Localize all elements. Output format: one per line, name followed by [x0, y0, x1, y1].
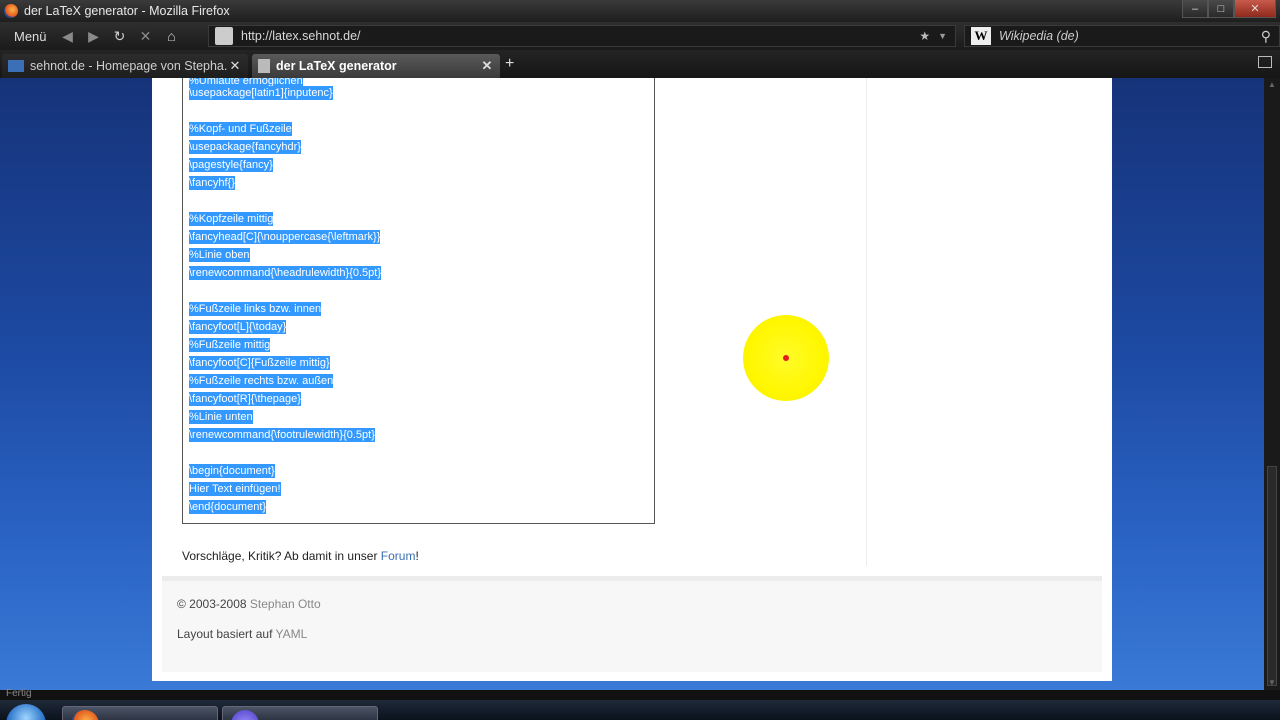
code-line: %Kopf- und Fußzeile: [189, 122, 292, 136]
forward-icon[interactable]: ▶: [81, 28, 107, 45]
app-icon: [231, 710, 259, 720]
code-line: \renewcommand{\headrulewidth}{0.5pt}: [189, 266, 382, 280]
taskbar-app-button[interactable]: [222, 706, 378, 720]
vertical-scrollbar[interactable]: ▲ ▼: [1264, 78, 1280, 690]
url-text[interactable]: http://latex.sehnot.de/: [241, 29, 919, 43]
stop-icon[interactable]: ✕: [133, 28, 159, 45]
reload-icon[interactable]: ↻: [107, 28, 133, 45]
maximize-button[interactable]: □: [1208, 0, 1234, 18]
start-button-icon[interactable]: [6, 704, 46, 720]
latex-output-box[interactable]: %Umlaute ermöglichen \usepackage[latin1]…: [182, 78, 655, 524]
back-icon[interactable]: ◀: [55, 28, 81, 45]
list-all-tabs-icon[interactable]: [1258, 56, 1272, 68]
firefox-icon: [4, 4, 18, 18]
scrollbar-thumb[interactable]: [1267, 466, 1277, 686]
code-line: \pagestyle{fancy}: [189, 158, 273, 172]
tab-latex-generator[interactable]: der LaTeX generator ✕: [252, 54, 500, 78]
tab-page-icon: [258, 59, 270, 73]
page-viewport: %Umlaute ermöglichen \usepackage[latin1]…: [0, 78, 1264, 690]
os-taskbar: [0, 700, 1280, 720]
tab-sehnot[interactable]: sehnot.de - Homepage von Stepha... ✕: [2, 54, 248, 78]
page-content: %Umlaute ermöglichen \usepackage[latin1]…: [152, 78, 1112, 681]
copyright-line: © 2003-2008 Stephan Otto: [177, 597, 321, 611]
code-line: \begin{document}: [189, 464, 275, 478]
firefox-icon: [71, 710, 99, 720]
yaml-link[interactable]: YAML: [276, 627, 308, 641]
code-line: %Kopfzeile mittig: [189, 212, 274, 226]
code-line: \fancyhead[C]{\nouppercase{\leftmark}}: [189, 230, 381, 244]
code-line: %Linie unten: [189, 410, 253, 424]
scroll-down-icon[interactable]: ▼: [1268, 678, 1276, 687]
new-tab-icon[interactable]: +: [505, 55, 514, 73]
home-icon[interactable]: ⌂: [159, 28, 185, 44]
close-tab-icon[interactable]: ✕: [228, 58, 242, 74]
mouse-pointer-dot: [783, 355, 789, 361]
site-identity-icon[interactable]: [215, 27, 233, 45]
wikipedia-icon[interactable]: W: [971, 27, 991, 45]
address-bar[interactable]: http://latex.sehnot.de/ ★ ▼: [208, 25, 956, 47]
status-text: Fertig: [6, 688, 32, 699]
code-line: \renewcommand{\footrulewidth}{0.5pt}: [189, 428, 375, 442]
code-line: \end{document}: [189, 500, 267, 514]
code-line: %Fußzeile rechts bzw. außen: [189, 374, 334, 388]
code-line: %Fußzeile links bzw. innen: [189, 302, 322, 316]
layout-credit-line: Layout basiert auf YAML: [177, 627, 308, 641]
code-line: \fancyfoot[R]{\thepage}: [189, 392, 301, 406]
page-footer: © 2003-2008 Stephan Otto Layout basiert …: [162, 576, 1102, 672]
code-line: \fancyfoot[L]{\today}: [189, 320, 287, 334]
bookmark-star-icon[interactable]: ★: [919, 29, 930, 43]
code-line: \fancyfoot[C]{Fußzeile mittig}: [189, 356, 330, 370]
tab-label: sehnot.de - Homepage von Stepha...: [30, 59, 228, 73]
tab-strip: sehnot.de - Homepage von Stepha... ✕ der…: [0, 50, 1280, 78]
scroll-up-icon[interactable]: ▲: [1268, 80, 1276, 89]
code-line: \usepackage{fancyhdr}: [189, 140, 301, 154]
forum-link[interactable]: Forum: [381, 549, 416, 563]
code-line: \usepackage[latin1]{inputenc}: [189, 86, 333, 100]
window-titlebar: der LaTeX generator - Mozilla Firefox – …: [0, 0, 1280, 22]
code-line: \fancyhf{}: [189, 176, 235, 190]
tab-label: der LaTeX generator: [276, 59, 397, 73]
window-title: der LaTeX generator - Mozilla Firefox: [24, 4, 230, 18]
cursor-highlight: [743, 315, 829, 401]
feedback-text: Vorschläge, Kritik? Ab damit in unser Fo…: [182, 549, 419, 563]
url-dropdown-icon[interactable]: ▼: [938, 31, 947, 41]
code-line: Hier Text einfügen!: [189, 482, 281, 496]
close-tab-icon[interactable]: ✕: [480, 58, 494, 74]
column-divider: [866, 78, 867, 566]
taskbar-firefox-button[interactable]: [62, 706, 218, 720]
code-line: %Linie oben: [189, 248, 250, 262]
window-controls: – □ ✕: [1182, 0, 1276, 18]
menu-button[interactable]: Menü: [0, 29, 55, 44]
search-bar[interactable]: W Wikipedia (de) ⚲: [964, 25, 1280, 47]
tab-favicon-icon: [8, 60, 24, 72]
status-bar: Fertig: [0, 688, 1280, 700]
close-window-button[interactable]: ✕: [1234, 0, 1276, 18]
author-link[interactable]: Stephan Otto: [250, 597, 321, 611]
navigation-toolbar: Menü ◀ ▶ ↻ ✕ ⌂ http://latex.sehnot.de/ ★…: [0, 22, 1280, 50]
code-line: %Fußzeile mittig: [189, 338, 271, 352]
search-icon[interactable]: ⚲: [1261, 28, 1271, 45]
search-engine-name[interactable]: Wikipedia (de): [999, 29, 1261, 43]
minimize-button[interactable]: –: [1182, 0, 1208, 18]
